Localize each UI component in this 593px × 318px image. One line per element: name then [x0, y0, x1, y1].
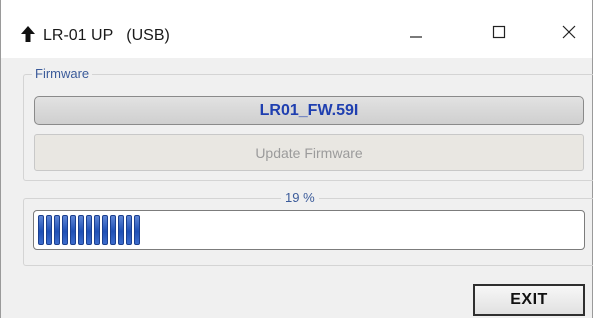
- progress-percent-label: 19 %: [281, 190, 319, 206]
- progress-segment: [54, 215, 60, 245]
- minimize-icon: [409, 25, 423, 44]
- maximize-icon: [492, 25, 506, 44]
- maximize-button[interactable]: [476, 14, 522, 54]
- progress-segment: [126, 215, 132, 245]
- arrow-up-icon: [21, 26, 35, 42]
- exit-button[interactable]: EXIT: [473, 284, 585, 316]
- progress-segment: [46, 215, 52, 245]
- minimize-button[interactable]: [393, 14, 439, 54]
- close-button[interactable]: [546, 14, 592, 54]
- firmware-group-label: Firmware: [32, 66, 93, 82]
- update-firmware-button[interactable]: Update Firmware: [34, 134, 584, 171]
- progress-segment: [70, 215, 76, 245]
- firmware-updater-window: LR-01 UP (USB) Firmware LR01_FW.59I Upda…: [0, 0, 593, 318]
- title-bar[interactable]: LR-01 UP (USB): [1, 0, 592, 58]
- progress-segment: [78, 215, 84, 245]
- progress-bar-fill: [38, 215, 140, 245]
- progress-segment: [86, 215, 92, 245]
- firmware-name-display: LR01_FW.59I: [34, 96, 584, 125]
- progress-segment: [38, 215, 44, 245]
- progress-segment: [102, 215, 108, 245]
- window-title: LR-01 UP (USB): [43, 27, 170, 44]
- progress-segment: [118, 215, 124, 245]
- progress-segment: [134, 215, 140, 245]
- progress-segment: [62, 215, 68, 245]
- progress-bar: [33, 210, 585, 250]
- progress-segment: [94, 215, 100, 245]
- progress-segment: [110, 215, 116, 245]
- close-icon: [562, 25, 576, 44]
